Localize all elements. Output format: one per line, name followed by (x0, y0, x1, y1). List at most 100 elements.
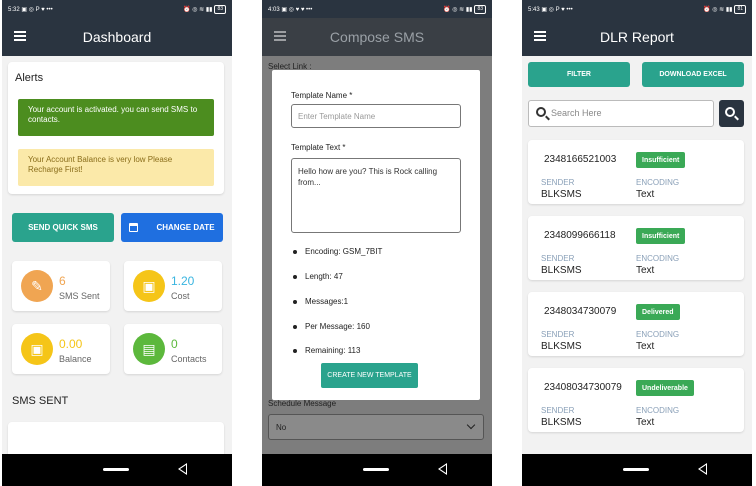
encoding-value: Text (636, 341, 655, 352)
menu-icon[interactable] (274, 31, 286, 41)
alert-success: Your account is activated. you can send … (18, 99, 214, 136)
navigation-bar (262, 454, 492, 486)
contacts-icon: ▤ (133, 333, 165, 365)
stat-label: Cost (171, 291, 190, 301)
report-card[interactable]: 23408034730079 Undeliverable SENDER BLKS… (528, 368, 744, 432)
back-icon[interactable] (438, 463, 447, 475)
encoding-label: ENCODING (636, 178, 680, 187)
template-name-input[interactable]: Enter Template Name (291, 104, 461, 128)
page-title: Dashboard (82, 29, 152, 45)
stat-contacts[interactable]: ▤ 0 Contacts (124, 324, 222, 374)
dlr-report-screen: 5:43 ▣ ◎ P ♥ ••• ⏰ ◎ ≋ ▮▮ 81 DLR Report F… (522, 0, 752, 486)
home-icon[interactable] (623, 468, 649, 471)
status-time: 4:03 (268, 6, 280, 13)
edit-icon: ✎ (21, 270, 53, 302)
home-icon[interactable] (103, 468, 129, 471)
notification-icons: ▣ ◎ ♥ ♥ ••• (281, 6, 313, 13)
change-date-label: CHANGE DATE (156, 223, 215, 232)
template-text-input[interactable]: Hello how are you? This is Rock calling … (291, 158, 461, 233)
search-icon (725, 107, 735, 117)
system-icons: ⏰ ◎ ≋ ▮▮ (703, 6, 733, 13)
search-icon (536, 107, 546, 117)
menu-icon[interactable] (14, 31, 26, 41)
bullet (293, 275, 297, 279)
stat-cost[interactable]: ▣ 1.20 Cost (124, 261, 222, 311)
alerts-title: Alerts (15, 72, 44, 84)
search-button[interactable] (719, 100, 744, 127)
encoding-label: ENCODING (636, 254, 680, 263)
alert-warning: Your Account Balance is very low Please … (18, 149, 214, 186)
template-name-label: Template Name * (291, 91, 353, 100)
page-title: Compose SMS (329, 29, 425, 45)
status-badge: Undeliverable (636, 380, 694, 396)
app-bar: Compose SMS (262, 18, 492, 56)
create-template-button[interactable]: CREATE NEW TEMPLATE (321, 363, 418, 388)
status-bar: 5:43 ▣ ◎ P ♥ ••• ⏰ ◎ ≋ ▮▮ 81 (522, 0, 752, 18)
change-date-button[interactable]: CHANGE DATE (121, 213, 223, 242)
dashboard-screen: 5:32 ▣ ◎ P ♥ ••• ⏰ ◎ ≋ ▮▮ 83 Dashboard Al… (2, 0, 232, 486)
send-quick-sms-button[interactable]: SEND QUICK SMS (12, 213, 114, 242)
stat-balance[interactable]: ▣ 0.00 Balance (12, 324, 110, 374)
create-template-dialog: Template Name * Enter Template Name Temp… (272, 70, 480, 400)
calendar-icon (129, 223, 139, 232)
notification-icons: ▣ ◎ P ♥ ••• (541, 6, 573, 13)
stat-sms-sent[interactable]: ✎ 6 SMS Sent (12, 261, 110, 311)
encoding-info: Encoding: GSM_7BIT (305, 247, 383, 256)
encoding-value: Text (636, 189, 655, 200)
status-time: 5:32 (8, 6, 20, 13)
report-number: 23408034730079 (544, 382, 622, 393)
schedule-select[interactable]: No (268, 414, 484, 440)
download-excel-button[interactable]: DOWNLOAD EXCEL (642, 62, 744, 87)
report-card[interactable]: 2348166521003 Insufficient SENDER BLKSMS… (528, 140, 744, 204)
status-bar: 4:03 ▣ ◎ ♥ ♥ ••• ⏰ ◎ ≋ ▮▮ 83 (262, 0, 492, 18)
remaining-info: Remaining: 113 (305, 346, 361, 355)
messages-info: Messages:1 (305, 297, 349, 306)
report-number: 2348034730079 (544, 306, 617, 317)
sender-value: BLKSMS (541, 417, 582, 428)
app-bar: DLR Report (522, 18, 752, 56)
section-title: SMS SENT (12, 395, 69, 407)
compose-sms-screen: 4:03 ▣ ◎ ♥ ♥ ••• ⏰ ◎ ≋ ▮▮ 83 Compose SMS … (262, 0, 492, 486)
sender-value: BLKSMS (541, 189, 582, 200)
sender-label: SENDER (541, 178, 575, 187)
report-card[interactable]: 2348034730079 Delivered SENDER BLKSMS EN… (528, 292, 744, 356)
sender-value: BLKSMS (541, 341, 582, 352)
per-message-info: Per Message: 160 (305, 322, 370, 331)
stat-value: 0 (171, 337, 178, 351)
status-badge: Insufficient (636, 152, 686, 168)
status-badge: Insufficient (636, 228, 686, 244)
search-placeholder: Search Here (551, 108, 602, 118)
encoding-label: ENCODING (636, 406, 680, 415)
home-icon[interactable] (363, 468, 389, 471)
bullet (293, 300, 297, 304)
navigation-bar (522, 454, 752, 486)
length-info: Length: 47 (305, 272, 343, 281)
back-icon[interactable] (698, 463, 707, 475)
search-input[interactable]: Search Here (528, 100, 714, 127)
report-card[interactable]: 2348099666118 Insufficient SENDER BLKSMS… (528, 216, 744, 280)
sender-label: SENDER (541, 254, 575, 263)
schedule-value: No (276, 423, 287, 432)
stat-label: Contacts (171, 354, 207, 364)
schedule-label: Schedule Message (268, 399, 337, 408)
stat-value: 6 (59, 274, 66, 288)
encoding-value: Text (636, 417, 655, 428)
page-title: DLR Report (600, 29, 674, 45)
battery-icon: 81 (734, 4, 746, 14)
sender-label: SENDER (541, 330, 575, 339)
template-text-label: Template Text * (291, 143, 346, 152)
status-bar: 5:32 ▣ ◎ P ♥ ••• ⏰ ◎ ≋ ▮▮ 83 (2, 0, 232, 18)
status-time: 5:43 (528, 6, 540, 13)
battery-icon: 83 (474, 4, 486, 14)
back-icon[interactable] (178, 463, 187, 475)
alerts-card: Alerts Your account is activated. you ca… (8, 62, 224, 194)
navigation-bar (2, 454, 232, 486)
bullet (293, 349, 297, 353)
app-bar: Dashboard (2, 18, 232, 56)
notification-icons: ▣ ◎ P ♥ ••• (21, 6, 53, 13)
filter-button[interactable]: FILTER (528, 62, 630, 87)
wallet-icon: ▣ (133, 270, 165, 302)
stat-value: 0.00 (59, 337, 83, 351)
bullet (293, 250, 297, 254)
menu-icon[interactable] (534, 31, 546, 41)
